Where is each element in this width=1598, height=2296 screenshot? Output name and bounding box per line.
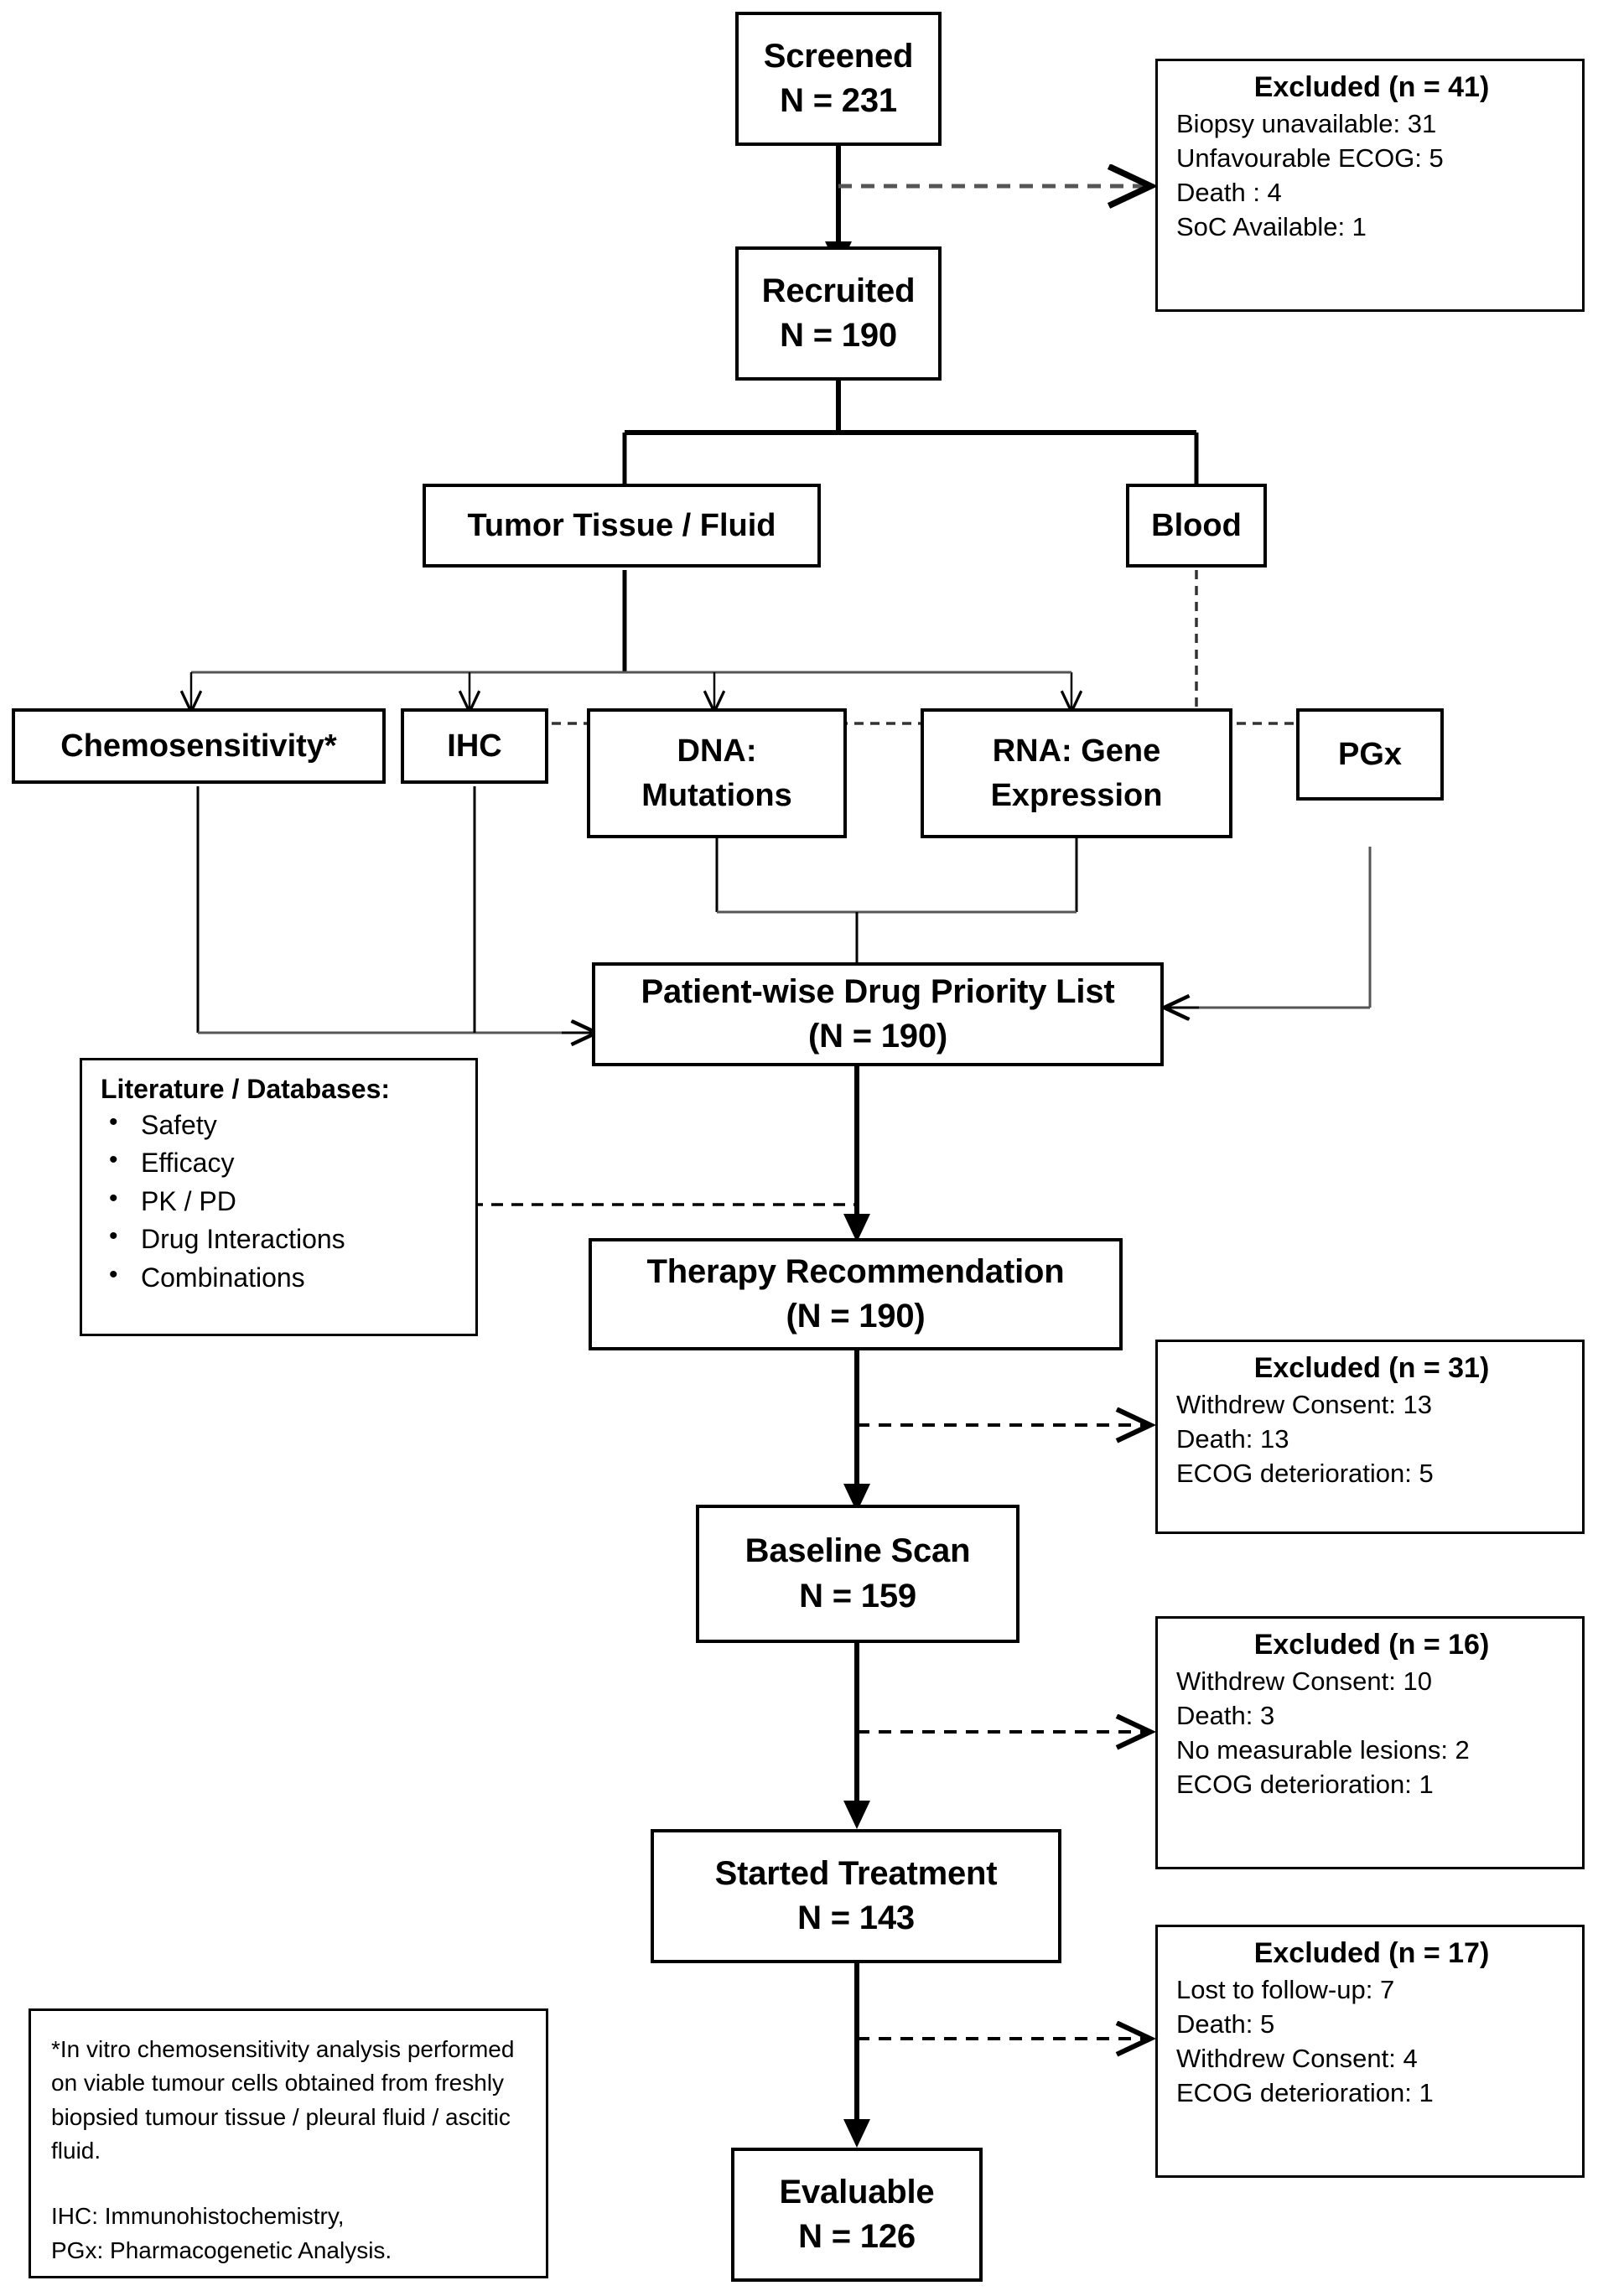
footnote-pgx-abbrev: PGx: Pharmacogenetic Analysis. xyxy=(51,2236,392,2263)
node-screened[interactable]: Screened N = 231 xyxy=(735,12,942,146)
list-item: Drug Interactions xyxy=(97,1219,464,1258)
edge-therapy-to-baseline xyxy=(843,1350,870,1512)
node-dpl-title: Patient-wise Drug Priority List xyxy=(641,972,1115,1010)
list-item: Efficacy xyxy=(97,1143,464,1182)
panel-excluded-baseline[interactable]: Excluded (n = 16) Withdrew Consent: 10 D… xyxy=(1155,1616,1585,1869)
edge-pgx-to-dpl xyxy=(1165,847,1372,1008)
node-rna-label-2: Expression xyxy=(990,777,1163,813)
list-item: Safety xyxy=(97,1105,464,1144)
panel-excluded-screened-row: Biopsy unavailable: 31 xyxy=(1176,109,1437,138)
node-evaluable-title: Evaluable xyxy=(779,2173,935,2210)
panel-excluded-therapy-row: ECOG deterioration: 5 xyxy=(1176,1458,1434,1488)
panel-excluded-baseline-row: ECOG deterioration: 1 xyxy=(1176,1769,1434,1799)
node-chemosensitivity[interactable]: Chemosensitivity* xyxy=(12,708,386,784)
panel-excluded-started-row: Death: 5 xyxy=(1176,2008,1275,2039)
node-started-count: N = 143 xyxy=(797,1900,915,1936)
node-dpl-count: (N = 190) xyxy=(807,1018,948,1055)
node-ihc-label: IHC xyxy=(447,728,502,764)
panel-excluded-therapy-row: Withdrew Consent: 13 xyxy=(1176,1390,1432,1419)
panel-excluded-started-row: ECOG deterioration: 1 xyxy=(1176,2077,1434,2107)
node-started-treatment[interactable]: Started Treatment N = 143 xyxy=(651,1829,1061,1963)
node-evaluable-count: N = 126 xyxy=(798,2218,916,2255)
node-recruited-count: N = 190 xyxy=(780,317,897,354)
literature-list: Safety Efficacy PK / PD Drug Interaction… xyxy=(97,1105,464,1297)
node-therapy-recommendation[interactable]: Therapy Recommendation (N = 190) xyxy=(589,1238,1123,1350)
panel-excluded-therapy-row: Death: 13 xyxy=(1176,1423,1289,1454)
list-item: Combinations xyxy=(97,1257,464,1297)
panel-literature-databases[interactable]: Literature / Databases: Safety Efficacy … xyxy=(80,1058,478,1336)
edge-dpl-to-therapy xyxy=(843,1065,870,1242)
node-tumor-tissue-fluid[interactable]: Tumor Tissue / Fluid xyxy=(423,484,821,568)
node-baseline-scan[interactable]: Baseline Scan N = 159 xyxy=(696,1505,1020,1643)
node-recruited-title: Recruited xyxy=(761,272,916,309)
node-screened-count: N = 231 xyxy=(780,82,897,119)
node-pgx-label: PGx xyxy=(1337,736,1403,772)
panel-excluded-started-row: Lost to follow-up: 7 xyxy=(1176,1975,1395,2004)
node-recruited[interactable]: Recruited N = 190 xyxy=(735,246,942,381)
panel-excluded-screened-heading: Excluded (n = 41) xyxy=(1253,71,1490,103)
node-baseline-title: Baseline Scan xyxy=(745,1532,971,1570)
footnote-chemosensitivity: *In vitro chemosensitivity analysis perf… xyxy=(51,2036,515,2164)
node-screened-title: Screened xyxy=(763,37,914,75)
node-chemosensitivity-label: Chemosensitivity* xyxy=(60,728,337,764)
edge-tumor-to-assays xyxy=(191,570,1071,711)
flowchart-canvas: Screened N = 231 Recruited N = 190 Tumor… xyxy=(0,0,1598,2296)
panel-excluded-screened-row: Unfavourable ECOG: 5 xyxy=(1176,143,1444,173)
panel-excluded-screened-row: SoC Available: 1 xyxy=(1176,211,1367,241)
node-baseline-count: N = 159 xyxy=(799,1577,916,1614)
panel-excluded-therapy[interactable]: Excluded (n = 31) Withdrew Consent: 13 D… xyxy=(1155,1340,1585,1534)
node-dna-label-1: DNA: xyxy=(677,733,757,769)
node-ihc[interactable]: IHC xyxy=(401,708,548,784)
node-pgx[interactable]: PGx xyxy=(1296,708,1444,801)
panel-literature-heading: Literature / Databases: xyxy=(101,1074,391,1104)
node-therapy-count: (N = 190) xyxy=(786,1298,926,1335)
node-rna-gene-expression[interactable]: RNA: Gene Expression xyxy=(921,708,1232,838)
panel-excluded-baseline-row: Withdrew Consent: 10 xyxy=(1176,1666,1432,1696)
node-dna-mutations[interactable]: DNA: Mutations xyxy=(587,708,847,838)
node-therapy-title: Therapy Recommendation xyxy=(646,1252,1065,1290)
node-started-title: Started Treatment xyxy=(714,1854,998,1892)
node-rna-label-1: RNA: Gene xyxy=(992,733,1161,769)
node-blood[interactable]: Blood xyxy=(1126,484,1267,568)
node-drug-priority-list[interactable]: Patient-wise Drug Priority List (N = 190… xyxy=(592,962,1164,1066)
panel-excluded-started[interactable]: Excluded (n = 17) Lost to follow-up: 7 D… xyxy=(1155,1925,1585,2178)
edge-baseline-to-started xyxy=(843,1643,870,1829)
panel-excluded-therapy-heading: Excluded (n = 31) xyxy=(1253,1352,1490,1384)
node-blood-label: Blood xyxy=(1151,507,1242,543)
footnote-ihc-abbrev: IHC: Immunohistochemistry, xyxy=(51,2203,345,2230)
list-item: PK / PD xyxy=(97,1181,464,1221)
edge-chemo-to-dpl xyxy=(196,786,595,1033)
node-dna-label-2: Mutations xyxy=(641,777,792,813)
panel-excluded-screened-row: Death : 4 xyxy=(1176,177,1282,207)
panel-excluded-baseline-row: No measurable lesions: 2 xyxy=(1176,1734,1470,1765)
panel-excluded-screened[interactable]: Excluded (n = 41) Biopsy unavailable: 31… xyxy=(1155,59,1585,312)
panel-excluded-baseline-heading: Excluded (n = 16) xyxy=(1253,1629,1490,1661)
edge-started-to-evaluable xyxy=(843,1963,870,2148)
node-tumor-label: Tumor Tissue / Fluid xyxy=(467,507,776,543)
panel-excluded-started-row: Withdrew Consent: 4 xyxy=(1176,2043,1418,2073)
panel-excluded-started-heading: Excluded (n = 17) xyxy=(1253,1937,1490,1969)
node-evaluable[interactable]: Evaluable N = 126 xyxy=(731,2148,983,2282)
panel-footnote[interactable]: *In vitro chemosensitivity analysis perf… xyxy=(29,2008,548,2278)
panel-excluded-baseline-row: Death: 3 xyxy=(1176,1700,1275,1730)
